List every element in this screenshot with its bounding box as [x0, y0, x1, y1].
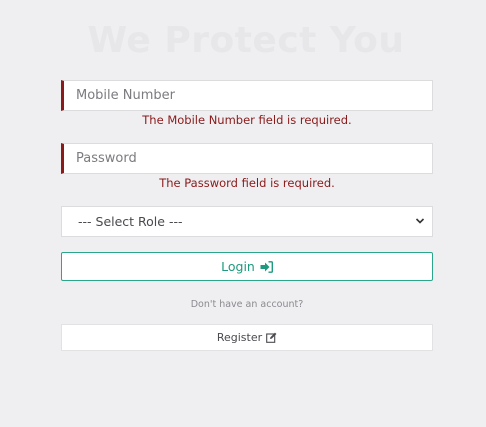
- register-button[interactable]: Register: [61, 324, 433, 351]
- register-label: Register: [216, 331, 263, 344]
- no-account-text: Don't have an account?: [190, 299, 304, 310]
- edit-icon: [266, 332, 277, 343]
- chevron-down-icon: [415, 218, 425, 224]
- login-button[interactable]: Login: [61, 252, 433, 281]
- password-error: The Password field is required.: [159, 176, 335, 190]
- password-field[interactable]: Password: [61, 143, 433, 174]
- mobile-number-field[interactable]: Mobile Number: [61, 80, 433, 111]
- login-label: Login: [221, 259, 255, 274]
- role-select-value: --- Select Role ---: [78, 214, 183, 229]
- role-select[interactable]: --- Select Role ---: [61, 206, 433, 237]
- password-placeholder: Password: [76, 151, 137, 166]
- mobile-number-error: The Mobile Number field is required.: [142, 113, 352, 127]
- sign-in-icon: [260, 260, 273, 273]
- mobile-number-placeholder: Mobile Number: [76, 88, 175, 103]
- page-title: We Protect You: [87, 20, 405, 61]
